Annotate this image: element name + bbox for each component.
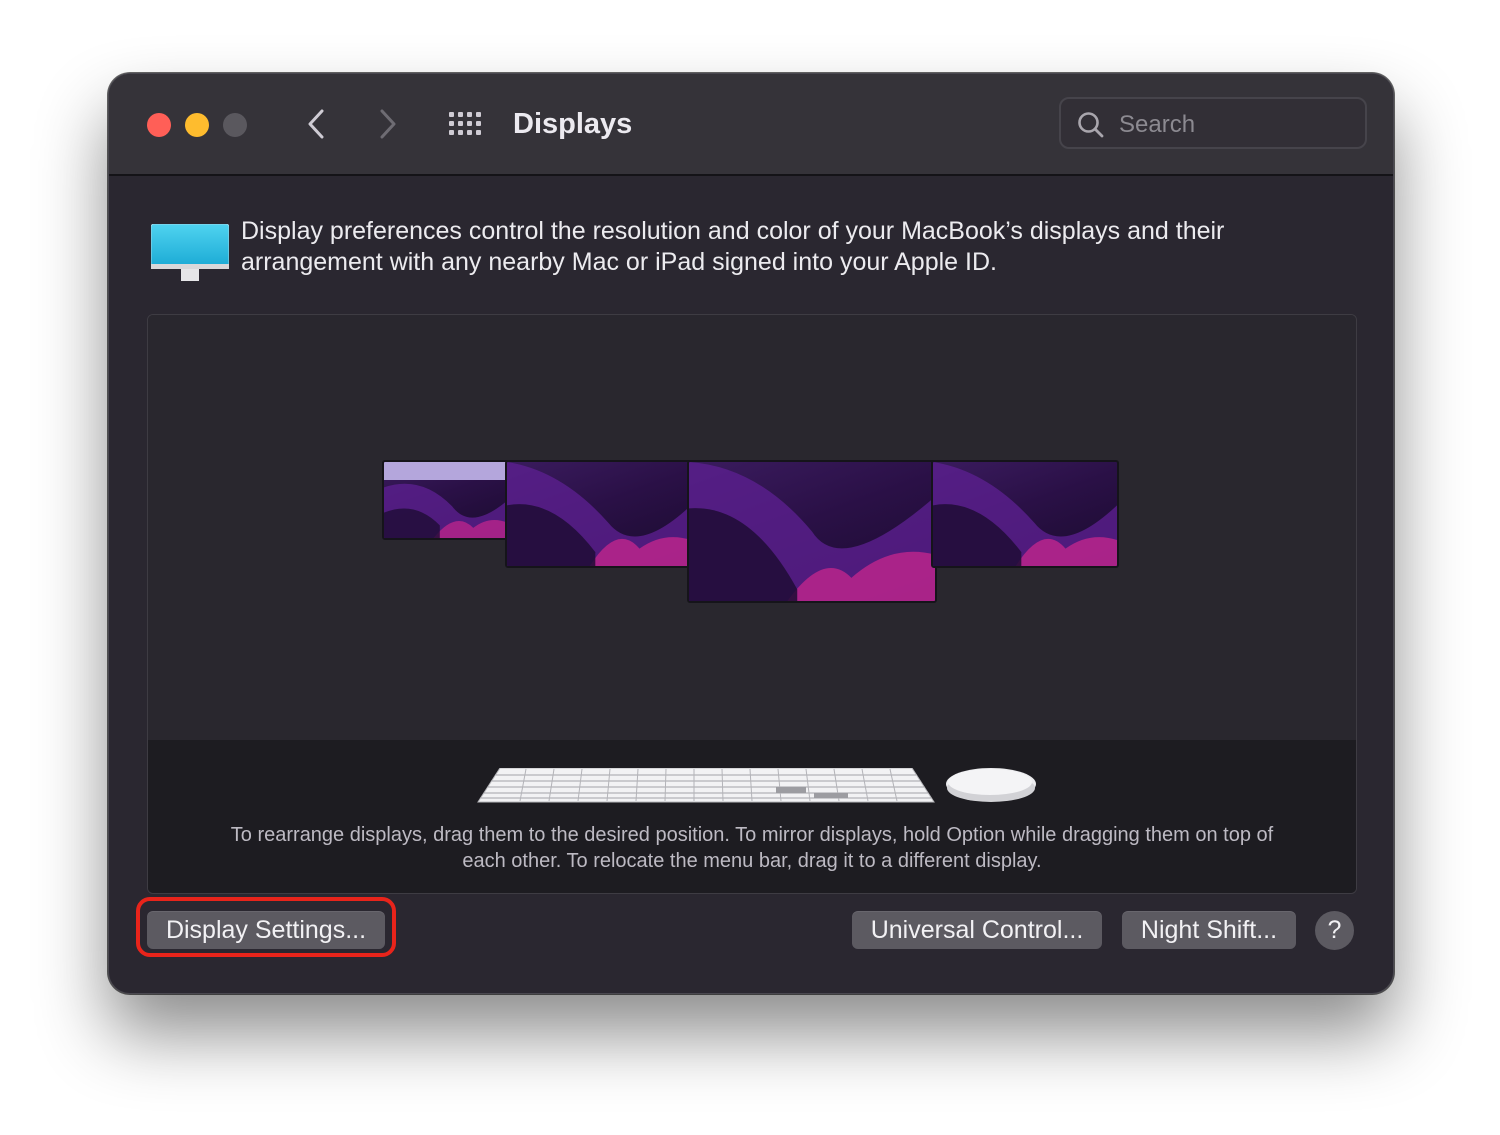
display-thumbnail-3[interactable]: [687, 460, 937, 603]
display-thumbnail-1[interactable]: [382, 460, 510, 540]
chevron-right-icon: [380, 109, 396, 139]
arrangement-canvas[interactable]: [148, 315, 1356, 740]
intro-description: Display preferences control the resoluti…: [241, 217, 1225, 276]
grid-icon: [449, 112, 481, 135]
display-arrangement-panel: To rearrange displays, drag them to the …: [147, 314, 1357, 894]
zoom-dot-icon: [223, 113, 247, 137]
keyboard-icon: [477, 768, 935, 803]
display-thumbnail-4[interactable]: [931, 460, 1119, 568]
chevron-left-icon: [308, 109, 324, 139]
show-all-button[interactable]: [445, 107, 485, 147]
menu-bar-indicator[interactable]: [384, 462, 508, 480]
universal-control-button[interactable]: Universal Control...: [852, 911, 1102, 949]
back-button[interactable]: [297, 104, 337, 144]
minimize-dot-icon[interactable]: [185, 113, 209, 137]
display-settings-button[interactable]: Display Settings...: [147, 911, 385, 949]
close-dot-icon[interactable]: [147, 113, 171, 137]
arrangement-hint: To rearrange displays, drag them to the …: [230, 824, 1274, 872]
window-title: Displays: [513, 108, 633, 140]
system-preferences-window: Displays Display preferences control: [108, 73, 1394, 994]
screenshot-stage: Displays Display preferences control: [0, 0, 1500, 1135]
search-icon: [1078, 112, 1104, 138]
title-bar: Displays: [109, 74, 1393, 176]
display-icon: [151, 224, 229, 281]
display-thumbnail-2[interactable]: [505, 460, 693, 568]
night-shift-button[interactable]: Night Shift...: [1122, 911, 1296, 949]
arrangement-footer: To rearrange displays, drag them to the …: [148, 740, 1356, 893]
search-input[interactable]: [1117, 107, 1351, 143]
mouse-icon: [946, 768, 1036, 802]
help-button[interactable]: ?: [1315, 911, 1354, 950]
search-field[interactable]: [1059, 97, 1367, 149]
forward-button[interactable]: [367, 104, 407, 144]
